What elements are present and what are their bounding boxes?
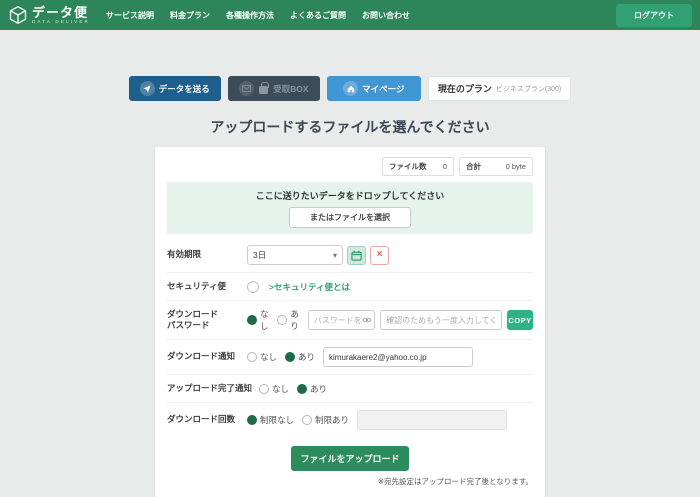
my-page-label: マイページ xyxy=(362,83,404,95)
select-file-button[interactable]: またはファイルを選択 xyxy=(289,207,411,228)
download-notify-on-radio[interactable] xyxy=(285,352,295,362)
file-stats: ファイル数 0 合計 0 byte xyxy=(167,157,533,176)
limit-count-input xyxy=(357,410,507,430)
file-count-label: ファイル数 xyxy=(389,161,427,172)
upload-notify-on-label: あり xyxy=(310,383,327,395)
upload-complete-notify-row: アップロード完了通知 なし あり xyxy=(167,375,533,403)
total-size-value: 0 byte xyxy=(506,162,526,171)
expiry-select[interactable]: 3日 ▾ xyxy=(247,245,343,265)
nav-faq[interactable]: よくあるご質問 xyxy=(290,10,346,21)
password-off-radio[interactable] xyxy=(247,315,257,325)
inbox-icon xyxy=(239,81,254,96)
paper-plane-icon xyxy=(140,81,155,96)
security-info-link[interactable]: >セキュリティ便とは xyxy=(269,281,350,293)
limit-off-label: 制限なし xyxy=(260,414,294,426)
total-size-label: 合計 xyxy=(466,161,481,172)
main-nav: サービス説明 料金プラン 各種操作方法 よくあるご質問 お問い合わせ xyxy=(106,10,616,21)
upload-notify-off-radio[interactable] xyxy=(259,384,269,394)
download-password-label: ダウンロード パスワード xyxy=(167,309,247,331)
footer-note: ※宛先設定はアップロード完了後となります。 xyxy=(167,476,533,487)
download-notify-off-radio[interactable] xyxy=(247,352,257,362)
receive-box-button[interactable]: 受取BOX xyxy=(228,76,320,101)
limit-off-radio[interactable] xyxy=(247,415,257,425)
calendar-button[interactable] xyxy=(347,246,366,265)
logo[interactable]: データ便 DATA DELIVER xyxy=(8,5,90,25)
logout-button[interactable]: ログアウト xyxy=(616,4,692,27)
upload-notify-off-label: なし xyxy=(272,383,289,395)
file-dropzone[interactable]: ここに送りたいデータをドロップしてください またはファイルを選択 xyxy=(167,182,533,234)
upload-card: ファイル数 0 合計 0 byte ここに送りたいデータをドロップしてください … xyxy=(155,147,545,497)
page-title: アップロードするファイルを選んでください xyxy=(0,117,700,137)
file-count-value: 0 xyxy=(443,162,447,171)
clear-date-button[interactable]: × xyxy=(370,246,389,265)
send-data-button[interactable]: データを送る xyxy=(129,76,221,101)
top-header: データ便 DATA DELIVER サービス説明 料金プラン 各種操作方法 よく… xyxy=(0,0,700,30)
upload-complete-notify-label: アップロード完了通知 xyxy=(167,383,259,394)
password-on-radio[interactable] xyxy=(277,315,287,325)
security-label: セキュリティ便 xyxy=(167,281,247,292)
download-limit-row: ダウンロード回数 制限なし 制限あり xyxy=(167,403,533,437)
notify-email-input[interactable] xyxy=(323,347,473,367)
lock-icon xyxy=(259,86,268,94)
nav-pricing[interactable]: 料金プラン xyxy=(170,10,210,21)
password-off-label: なし xyxy=(260,308,269,332)
expiry-selected-value: 3日 xyxy=(253,249,266,261)
app-subtitle: DATA DELIVER xyxy=(32,20,90,25)
limit-on-label: 制限あり xyxy=(315,414,349,426)
download-notify-label: ダウンロード通知 xyxy=(167,351,247,362)
cube-logo-icon xyxy=(8,5,28,25)
download-password-row: ダウンロード パスワード なし あり COPY xyxy=(167,301,533,340)
security-row: セキュリティ便 >セキュリティ便とは xyxy=(167,273,533,301)
nav-howto[interactable]: 各種操作方法 xyxy=(226,10,274,21)
security-checkbox[interactable] xyxy=(247,281,259,293)
current-plan-label: 現在のプラン xyxy=(438,82,492,95)
current-plan-value: ビジネスプラン(300) xyxy=(496,84,561,94)
nav-service[interactable]: サービス説明 xyxy=(106,10,154,21)
limit-on-radio[interactable] xyxy=(302,415,312,425)
action-buttons-row: データを送る 受取BOX マイページ 現在のプラン ビジネスプラン(300) xyxy=(0,76,700,101)
expiry-row: 有効期限 3日 ▾ × xyxy=(167,238,533,273)
download-notify-row: ダウンロード通知 なし あり xyxy=(167,340,533,375)
download-limit-label: ダウンロード回数 xyxy=(167,414,247,425)
home-icon xyxy=(343,81,358,96)
current-plan-box: 現在のプラン ビジネスプラン(300) xyxy=(428,76,571,101)
nav-contact[interactable]: お問い合わせ xyxy=(362,10,410,21)
copy-password-button[interactable]: COPY xyxy=(507,310,533,330)
expiry-label: 有効期限 xyxy=(167,249,247,260)
chevron-down-icon: ▾ xyxy=(333,251,337,260)
my-page-button[interactable]: マイページ xyxy=(327,76,421,101)
send-data-label: データを送る xyxy=(159,83,210,95)
upload-file-button[interactable]: ファイルをアップロード xyxy=(291,446,409,471)
password-confirm-input[interactable] xyxy=(380,310,502,330)
password-on-label: あり xyxy=(290,308,299,332)
dropzone-message: ここに送りたいデータをドロップしてください xyxy=(256,189,444,202)
app-title: データ便 xyxy=(32,6,90,19)
download-notify-on-label: あり xyxy=(298,351,315,363)
eye-icon[interactable] xyxy=(362,316,372,324)
receive-box-label: 受取BOX xyxy=(273,83,308,95)
total-size-box: 合計 0 byte xyxy=(459,157,533,176)
upload-options-form: 有効期限 3日 ▾ × セキュリティ便 >セキュリティ便とは xyxy=(167,238,533,437)
calendar-icon xyxy=(351,250,362,261)
upload-notify-on-radio[interactable] xyxy=(297,384,307,394)
file-count-box: ファイル数 0 xyxy=(382,157,454,176)
download-notify-off-label: なし xyxy=(260,351,277,363)
